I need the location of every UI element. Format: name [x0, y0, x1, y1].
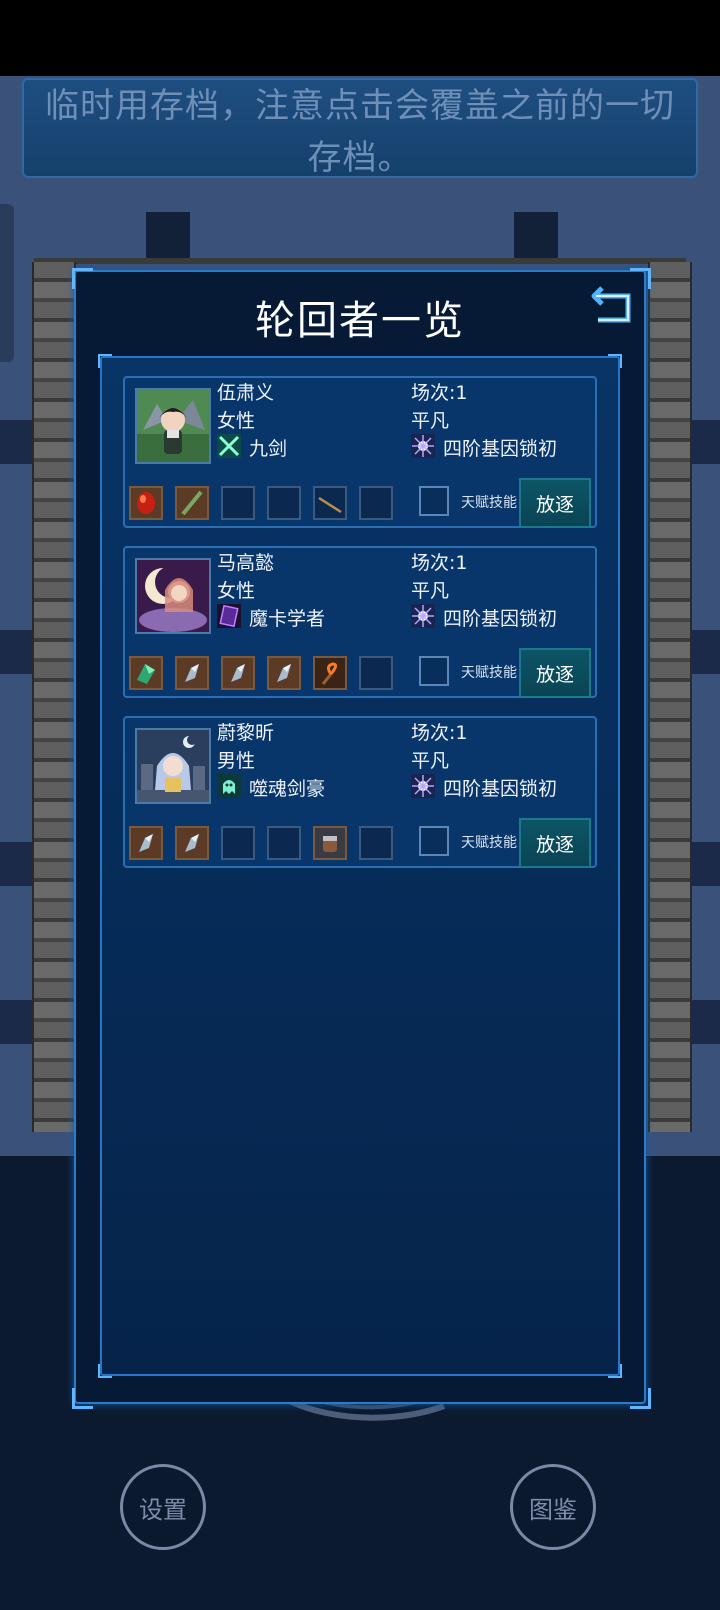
character-rank: 平凡	[411, 750, 450, 772]
gene-lock-level: 四阶基因锁初	[443, 778, 558, 800]
equip-slot[interactable]	[129, 826, 163, 860]
back-arrow-icon[interactable]	[590, 282, 636, 328]
equip-slot[interactable]	[313, 656, 347, 690]
silver-hair-avatar	[135, 728, 211, 804]
gene-lock-level: 四阶基因锁初	[443, 438, 558, 460]
crossed-swords-icon	[217, 434, 241, 458]
stone-wall-left	[32, 262, 76, 1132]
gene-lock-icon	[411, 434, 435, 458]
exile-label: 放逐	[535, 493, 574, 516]
character-name: 蔚黎昕	[217, 722, 275, 744]
silver-shard-icon	[139, 834, 153, 852]
character-gender: 男性	[217, 750, 256, 772]
character-gender: 女性	[217, 580, 256, 602]
corner-decoration	[630, 1388, 651, 1409]
corner-decoration	[98, 1364, 112, 1378]
corner-decoration	[72, 268, 93, 289]
notice-line-2: 存档。	[307, 138, 413, 178]
exile-label: 放逐	[535, 833, 574, 856]
talent-skill-label: 天赋技能	[461, 665, 517, 681]
equip-slot-empty[interactable]	[221, 486, 255, 520]
character-card[interactable]: 马高懿 女性 魔卡学者 场次:1 平凡 四阶基因锁初 天赋技能 放逐	[123, 546, 597, 698]
side-tab[interactable]	[0, 204, 14, 362]
corner-decoration	[608, 354, 622, 368]
stone-wall-right	[648, 262, 692, 1132]
equip-slot[interactable]	[129, 486, 163, 520]
character-card[interactable]: 蔚黎昕 男性 噬魂剑豪 场次:1 平凡 四阶基因锁初 天赋技能 放逐	[123, 716, 597, 868]
equip-slot[interactable]	[175, 826, 209, 860]
equip-slot[interactable]	[129, 656, 163, 690]
equip-slot[interactable]	[221, 656, 255, 690]
exile-button[interactable]: 放逐	[519, 818, 591, 868]
status-bar	[0, 0, 720, 76]
talent-checkbox[interactable]	[419, 486, 449, 516]
corner-decoration	[72, 1388, 93, 1409]
equip-slot-empty[interactable]	[267, 826, 301, 860]
settings-label: 设置	[139, 1495, 187, 1524]
notice-line-1: 临时用存档，注意点击会覆盖之前的一切	[45, 86, 675, 126]
corner-decoration	[608, 1364, 622, 1378]
gene-lock-icon	[411, 604, 435, 628]
equip-slot[interactable]	[175, 486, 209, 520]
silver-shard-icon	[231, 664, 245, 682]
round-count: 场次:1	[411, 382, 468, 404]
silver-shard-icon	[185, 664, 199, 682]
talent-skill-label: 天赋技能	[461, 835, 517, 851]
side-strip	[0, 630, 34, 674]
gene-lock-level: 四阶基因锁初	[443, 608, 558, 630]
equip-slot-empty[interactable]	[267, 486, 301, 520]
character-name: 伍肃义	[217, 382, 275, 404]
side-strip	[0, 420, 34, 464]
side-strip	[0, 842, 34, 886]
save-notice-banner: 临时用存档，注意点击会覆盖之前的一切 存档。	[22, 78, 698, 178]
equip-slot[interactable]	[175, 656, 209, 690]
soul-ghost-icon	[217, 774, 241, 798]
magic-card-icon	[217, 604, 241, 628]
wall-notch	[514, 212, 558, 264]
corner-decoration	[98, 354, 112, 368]
catalog-label: 图鉴	[529, 1495, 577, 1524]
character-card[interactable]: 伍肃义 女性 九剑 场次:1 平凡 四阶基因锁初 天赋技能 放逐	[123, 376, 597, 528]
exile-button[interactable]: 放逐	[519, 648, 591, 698]
character-name: 马高懿	[217, 552, 275, 574]
character-rank: 平凡	[411, 410, 450, 432]
side-strip	[0, 1000, 34, 1044]
character-class: 噬魂剑豪	[249, 778, 326, 800]
green-crystal-icon	[137, 664, 155, 684]
silver-shard-icon	[185, 834, 199, 852]
equip-slot-empty[interactable]	[221, 826, 255, 860]
equip-slot[interactable]	[313, 826, 347, 860]
exile-button[interactable]: 放逐	[519, 478, 591, 528]
staff-icon	[318, 496, 342, 514]
red-gem-icon	[137, 492, 155, 514]
talent-checkbox[interactable]	[419, 656, 449, 686]
equip-slot-empty[interactable]	[359, 486, 393, 520]
wall-top	[34, 258, 686, 264]
settings-button[interactable]: 设置	[120, 1464, 206, 1550]
character-rank: 平凡	[411, 580, 450, 602]
character-class: 九剑	[249, 438, 288, 460]
round-count: 场次:1	[411, 722, 468, 744]
gauntlet-icon	[323, 836, 337, 852]
fire-whip-icon	[321, 662, 338, 685]
wall-notch	[146, 212, 190, 264]
talent-checkbox[interactable]	[419, 826, 449, 856]
equip-slot-empty[interactable]	[359, 826, 393, 860]
swordswoman-avatar	[135, 388, 211, 464]
moon-mage-avatar	[135, 558, 211, 634]
panel-title: 轮回者一览	[255, 298, 465, 344]
character-gender: 女性	[217, 410, 256, 432]
feather-icon	[181, 490, 203, 516]
silver-shard-icon	[277, 664, 291, 682]
talent-skill-label: 天赋技能	[461, 495, 517, 511]
exile-label: 放逐	[535, 663, 574, 686]
equip-slot[interactable]	[267, 656, 301, 690]
round-count: 场次:1	[411, 552, 468, 574]
character-class: 魔卡学者	[249, 608, 326, 630]
catalog-button[interactable]: 图鉴	[510, 1464, 596, 1550]
equip-slot-empty[interactable]	[359, 656, 393, 690]
equip-slot[interactable]	[313, 486, 347, 520]
gene-lock-icon	[411, 774, 435, 798]
